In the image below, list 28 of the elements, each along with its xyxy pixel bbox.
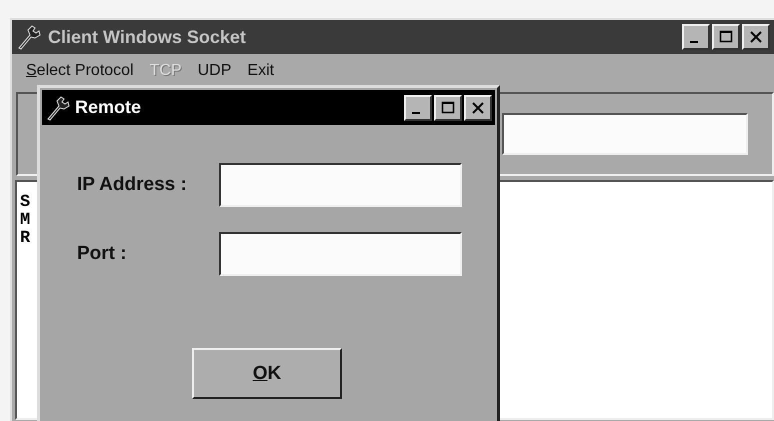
ok-button[interactable]: OK <box>192 348 342 399</box>
minimize-button[interactable] <box>404 94 432 120</box>
menu-item[interactable]: UDP <box>198 62 232 80</box>
minimize-icon <box>690 41 698 43</box>
close-icon <box>749 30 763 44</box>
tool-icon <box>16 24 42 50</box>
menu-item[interactable]: Exit <box>247 62 274 80</box>
maximize-button[interactable] <box>712 24 740 50</box>
close-icon <box>471 100 485 114</box>
maximize-button[interactable] <box>434 94 462 120</box>
input-field[interactable] <box>219 163 462 207</box>
log-line: R <box>20 230 30 248</box>
minimize-button[interactable] <box>682 24 710 50</box>
field-label: Port : <box>76 243 128 265</box>
maximize-icon <box>719 30 733 44</box>
minimize-icon <box>412 112 420 114</box>
dialog-title: Remote <box>75 97 142 118</box>
maximize-icon <box>441 100 455 114</box>
log-line: M <box>20 212 30 230</box>
close-button[interactable] <box>464 94 492 120</box>
window-title: Client Windows Socket <box>48 26 246 48</box>
field-label: IP Address : <box>76 174 188 196</box>
menu-item[interactable]: Select Protocol <box>26 62 134 80</box>
input-field[interactable] <box>502 113 748 155</box>
tool-icon <box>45 94 71 120</box>
close-button[interactable] <box>742 24 770 50</box>
log-line: S <box>20 194 30 212</box>
input-field[interactable] <box>219 232 462 276</box>
